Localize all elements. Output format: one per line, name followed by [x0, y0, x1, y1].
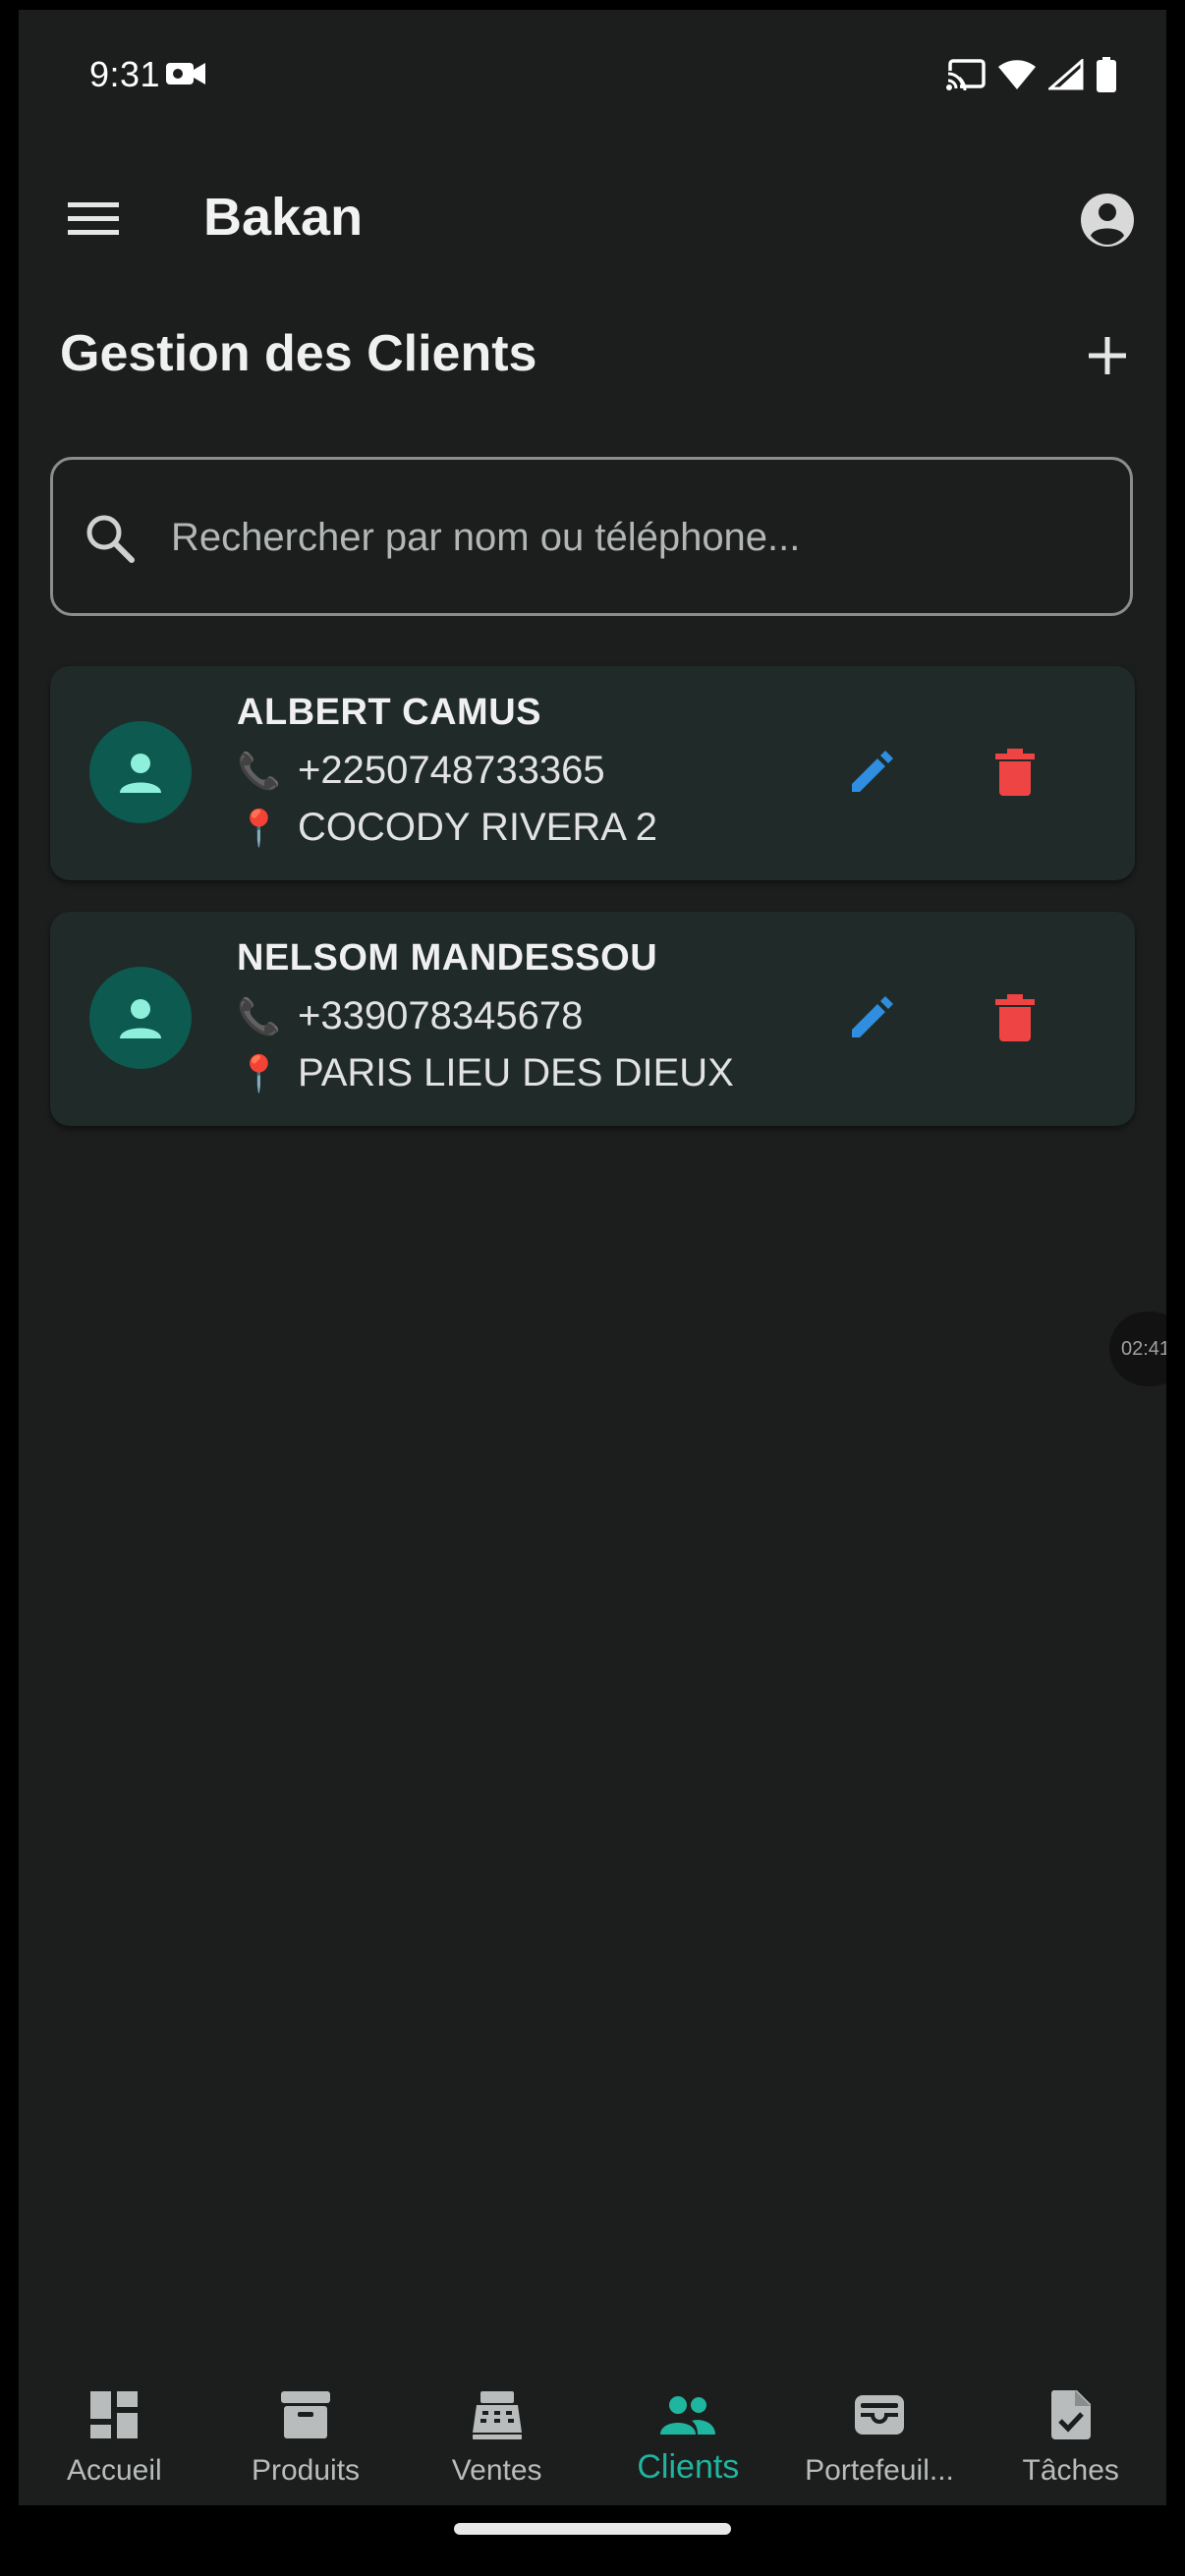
nav-item-clients[interactable]: Clients: [592, 2358, 784, 2505]
status-bar: 9:31: [19, 10, 1166, 138]
nav-label: Ventes: [451, 2454, 542, 2487]
wifi-icon: [997, 59, 1037, 95]
client-phone-number: +2250748733365: [298, 749, 605, 792]
search-input[interactable]: [169, 479, 1106, 595]
client-name: ALBERT CAMUS: [237, 692, 541, 733]
client-address: 📍 PARIS LIEU DES DIEUX: [237, 1051, 734, 1095]
nav-item-accueil[interactable]: Accueil: [19, 2358, 210, 2505]
video-camera-icon: [166, 61, 205, 91]
nav-label: Produits: [251, 2454, 361, 2487]
search-icon: [83, 511, 138, 566]
people-icon: [658, 2385, 717, 2444]
signal-icon: [1046, 57, 1084, 95]
person-icon: [120, 754, 161, 793]
client-address-text: PARIS LIEU DES DIEUX: [298, 1051, 734, 1094]
pencil-icon: [852, 996, 893, 1037]
app-title: Bakan: [203, 188, 364, 247]
client-address: 📍 COCODY RIVERA 2: [237, 806, 657, 850]
client-phone: 📞 +2250748733365: [237, 749, 605, 793]
person-icon: [120, 999, 161, 1038]
search-box: [50, 457, 1133, 616]
client-phone-number: +339078345678: [298, 994, 584, 1037]
battery-icon: [1096, 57, 1117, 97]
avatar: [89, 721, 192, 823]
nav-item-produits[interactable]: Produits: [210, 2358, 402, 2505]
nav-item-taches[interactable]: Tâches: [975, 2358, 1166, 2505]
status-time: 9:31: [89, 54, 161, 94]
delete-button[interactable]: [986, 988, 1044, 1047]
trash-icon: [995, 749, 1035, 796]
archive-box-icon: [276, 2385, 335, 2444]
client-card[interactable]: NELSOM MANDESSOU 📞 +339078345678 📍 PARIS…: [50, 912, 1135, 1126]
add-client-button[interactable]: [1076, 324, 1139, 387]
edit-button[interactable]: [842, 743, 901, 802]
nav-label: Portefeuil...: [805, 2454, 954, 2487]
trash-icon: [995, 994, 1035, 1041]
nav-label: Clients: [637, 2448, 740, 2486]
cash-register-icon: [468, 2385, 527, 2444]
wallet-icon: [850, 2385, 909, 2444]
home-indicator[interactable]: [454, 2523, 731, 2535]
nav-item-ventes[interactable]: Ventes: [401, 2358, 592, 2505]
phone-icon: 📞: [237, 995, 281, 1036]
task-document-icon: [1042, 2385, 1100, 2444]
nav-label: Tâches: [1022, 2454, 1119, 2487]
location-pin-icon: 📍: [237, 807, 281, 848]
nav-label: Accueil: [66, 2454, 162, 2487]
phone-icon: 📞: [237, 750, 281, 791]
cast-icon: [946, 59, 986, 95]
dashboard-icon: [85, 2385, 143, 2444]
pencil-icon: [852, 751, 893, 792]
app-bar: Bakan: [19, 167, 1166, 275]
hamburger-menu-icon[interactable]: [64, 189, 123, 248]
delete-button[interactable]: [986, 743, 1044, 802]
client-card[interactable]: ALBERT CAMUS 📞 +2250748733365 📍 COCODY R…: [50, 666, 1135, 880]
client-name: NELSOM MANDESSOU: [237, 937, 658, 979]
screen: 9:31 Bakan Gestion des Clients Recherche…: [19, 10, 1166, 2505]
page-title: Gestion des Clients: [60, 325, 537, 382]
nav-item-portefeuille[interactable]: Portefeuil...: [784, 2358, 976, 2505]
bottom-navigation: Accueil Produits Ventes Clients Portefeu…: [19, 2358, 1166, 2505]
status-icons: [946, 57, 1117, 97]
client-phone: 📞 +339078345678: [237, 994, 583, 1038]
timer-bubble[interactable]: 02:41: [1109, 1312, 1166, 1386]
account-circle-icon[interactable]: [1076, 189, 1139, 252]
location-pin-icon: 📍: [237, 1052, 281, 1093]
avatar: [89, 967, 192, 1069]
plus-icon: [1089, 337, 1126, 374]
edit-button[interactable]: [842, 988, 901, 1047]
client-address-text: COCODY RIVERA 2: [298, 806, 658, 849]
